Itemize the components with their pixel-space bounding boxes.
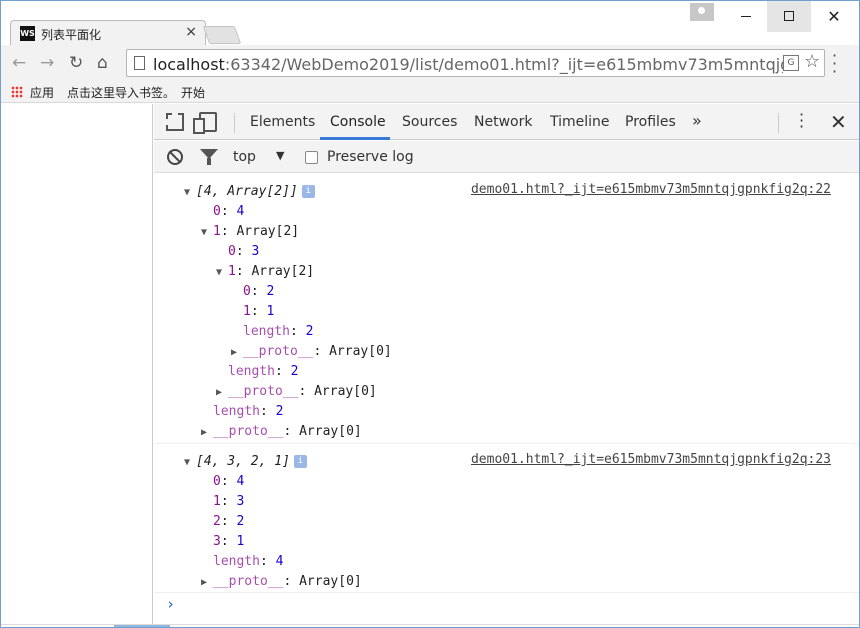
apps-grid-icon[interactable] — [11, 86, 23, 98]
log-summary: [4, 3, 2, 1] — [196, 454, 290, 469]
property-row: length: 2 — [213, 404, 284, 419]
context-dropdown-icon[interactable]: ▼ — [276, 149, 284, 162]
preserve-log-checkbox[interactable] — [305, 151, 318, 164]
home-icon[interactable]: ⌂ — [97, 53, 108, 73]
tab-sources[interactable]: Sources — [402, 114, 457, 130]
property-row[interactable]: ▼ 1: Array[2] — [216, 262, 314, 282]
active-tab-indicator — [320, 137, 390, 140]
console-output: ▼ [4, Array[2]] i demo01.html?_ijt=e615mbm… — [154, 174, 859, 624]
console-message: ▼ [4, 3, 2, 1] i demo01.html?_ijt=e615mbmv… — [154, 444, 859, 593]
property-row: 2: 2 — [213, 514, 245, 529]
url-path: :63342/WebDemo2019/list/demo01.html?_ijt… — [224, 55, 783, 74]
window-close-button[interactable]: ✕ — [812, 0, 856, 32]
property-row: 0: 3 — [228, 244, 260, 259]
divider — [778, 113, 779, 133]
expanded-triangle-icon: ▼ — [201, 227, 208, 238]
log-summary-row[interactable]: ▼ [4, 3, 2, 1] i — [184, 452, 307, 472]
page-viewport — [1, 104, 153, 624]
console-toolbar: top ▼ Preserve log — [154, 141, 859, 173]
browser-menu-icon[interactable]: · · · — [832, 48, 837, 80]
forward-arrow-icon[interactable]: → — [40, 53, 54, 73]
property-row: 1: 1 — [243, 304, 275, 319]
bookmarks-bar: 应用 点击这里导入书签。 开始 — [0, 81, 860, 103]
collapsed-triangle-icon: ▶ — [231, 347, 238, 358]
url-text[interactable]: localhost:63342/WebDemo2019/list/demo01.… — [153, 55, 783, 74]
property-row: 1: 3 — [213, 494, 245, 509]
log-summary-row[interactable]: ▼ [4, Array[2]] i — [184, 182, 315, 202]
apps-bookmark[interactable]: 应用 — [30, 84, 54, 101]
page-icon — [134, 56, 145, 70]
tab-network[interactable]: Network — [474, 114, 532, 130]
property-row: length: 4 — [213, 554, 284, 569]
new-tab-button[interactable] — [202, 26, 242, 44]
address-bar[interactable]: localhost:63342/WebDemo2019/list/demo01.… — [126, 49, 825, 77]
property-row[interactable]: ▶ __proto__: Array[0] — [201, 572, 362, 592]
property-row: length: 2 — [243, 324, 314, 339]
translate-icon[interactable]: G — [783, 55, 799, 71]
clear-console-icon[interactable] — [167, 149, 183, 165]
devtools-menu-icon[interactable]: · · · — [799, 107, 804, 135]
browser-tab[interactable]: WS 列表平面化 × — [10, 20, 206, 46]
reload-icon[interactable]: ↻ — [69, 53, 83, 73]
property-row: 0: 4 — [213, 474, 245, 489]
property-row[interactable]: ▶ __proto__: Array[0] — [201, 422, 362, 442]
expanded-triangle-icon: ▼ — [216, 267, 223, 278]
tab-elements[interactable]: Elements — [250, 114, 315, 130]
source-link[interactable]: demo01.html?_ijt=e615mbmv73m5mntqjgpnkfi… — [471, 450, 831, 470]
context-select[interactable]: top — [233, 149, 256, 165]
source-link[interactable]: demo01.html?_ijt=e615mbmv73m5mntqjgpnkfi… — [471, 180, 831, 200]
property-row[interactable]: ▶ __proto__: Array[0] — [231, 342, 392, 362]
property-row: 3: 1 — [213, 534, 245, 549]
preserve-log-label: Preserve log — [327, 149, 414, 165]
device-toolbar-icon[interactable] — [193, 112, 217, 134]
collapsed-triangle-icon: ▶ — [216, 387, 223, 398]
tab-close-icon[interactable]: × — [185, 24, 197, 40]
property-row: length: 2 — [228, 364, 299, 379]
filter-icon[interactable] — [200, 149, 218, 165]
back-arrow-icon[interactable]: ← — [12, 53, 26, 73]
collapsed-triangle-icon: ▶ — [201, 427, 208, 438]
property-row[interactable]: ▼ 1: Array[2] — [201, 222, 299, 242]
url-host: localhost — [153, 55, 225, 74]
console-message: ▼ [4, Array[2]] i demo01.html?_ijt=e615mbm… — [154, 174, 859, 444]
tab-profiles[interactable]: Profiles — [625, 114, 676, 130]
bookmark-star-icon[interactable]: ☆ — [804, 51, 820, 72]
tab-timeline[interactable]: Timeline — [550, 114, 610, 130]
devtools-tab-bar: Elements Console Sources Network Timelin… — [154, 104, 859, 140]
property-row[interactable]: ▶ __proto__: Array[0] — [216, 382, 377, 402]
devtools-close-icon[interactable]: ✕ — [830, 110, 847, 134]
divider — [234, 113, 235, 133]
console-prompt[interactable]: › — [166, 595, 175, 613]
log-summary: [4, Array[2]] — [196, 184, 298, 199]
profile-icon[interactable] — [690, 3, 714, 21]
property-row: 0: 2 — [243, 284, 275, 299]
start-bookmark[interactable]: 开始 — [181, 84, 205, 101]
info-icon[interactable]: i — [293, 455, 307, 468]
expanded-triangle-icon[interactable]: ▼ — [184, 183, 196, 203]
maximize-button[interactable] — [767, 0, 811, 32]
devtools-panel: Elements Console Sources Network Timelin… — [154, 104, 859, 624]
minimize-button[interactable] — [724, 0, 768, 32]
status-strip — [0, 624, 860, 628]
more-tabs-icon[interactable]: » — [692, 111, 702, 130]
tab-console[interactable]: Console — [330, 114, 386, 130]
browser-toolbar: ← → ↻ ⌂ localhost:63342/WebDemo2019/list… — [0, 45, 860, 81]
tab-title: 列表平面化 — [41, 28, 102, 42]
collapsed-triangle-icon: ▶ — [201, 577, 208, 588]
info-icon[interactable]: i — [301, 185, 315, 198]
webstorm-favicon-icon: WS — [20, 26, 35, 41]
property-row: 0: 4 — [213, 204, 245, 219]
expanded-triangle-icon[interactable]: ▼ — [184, 453, 196, 473]
import-bookmarks-link[interactable]: 点击这里导入书签。 — [67, 84, 175, 101]
inspect-element-icon[interactable] — [166, 113, 184, 131]
